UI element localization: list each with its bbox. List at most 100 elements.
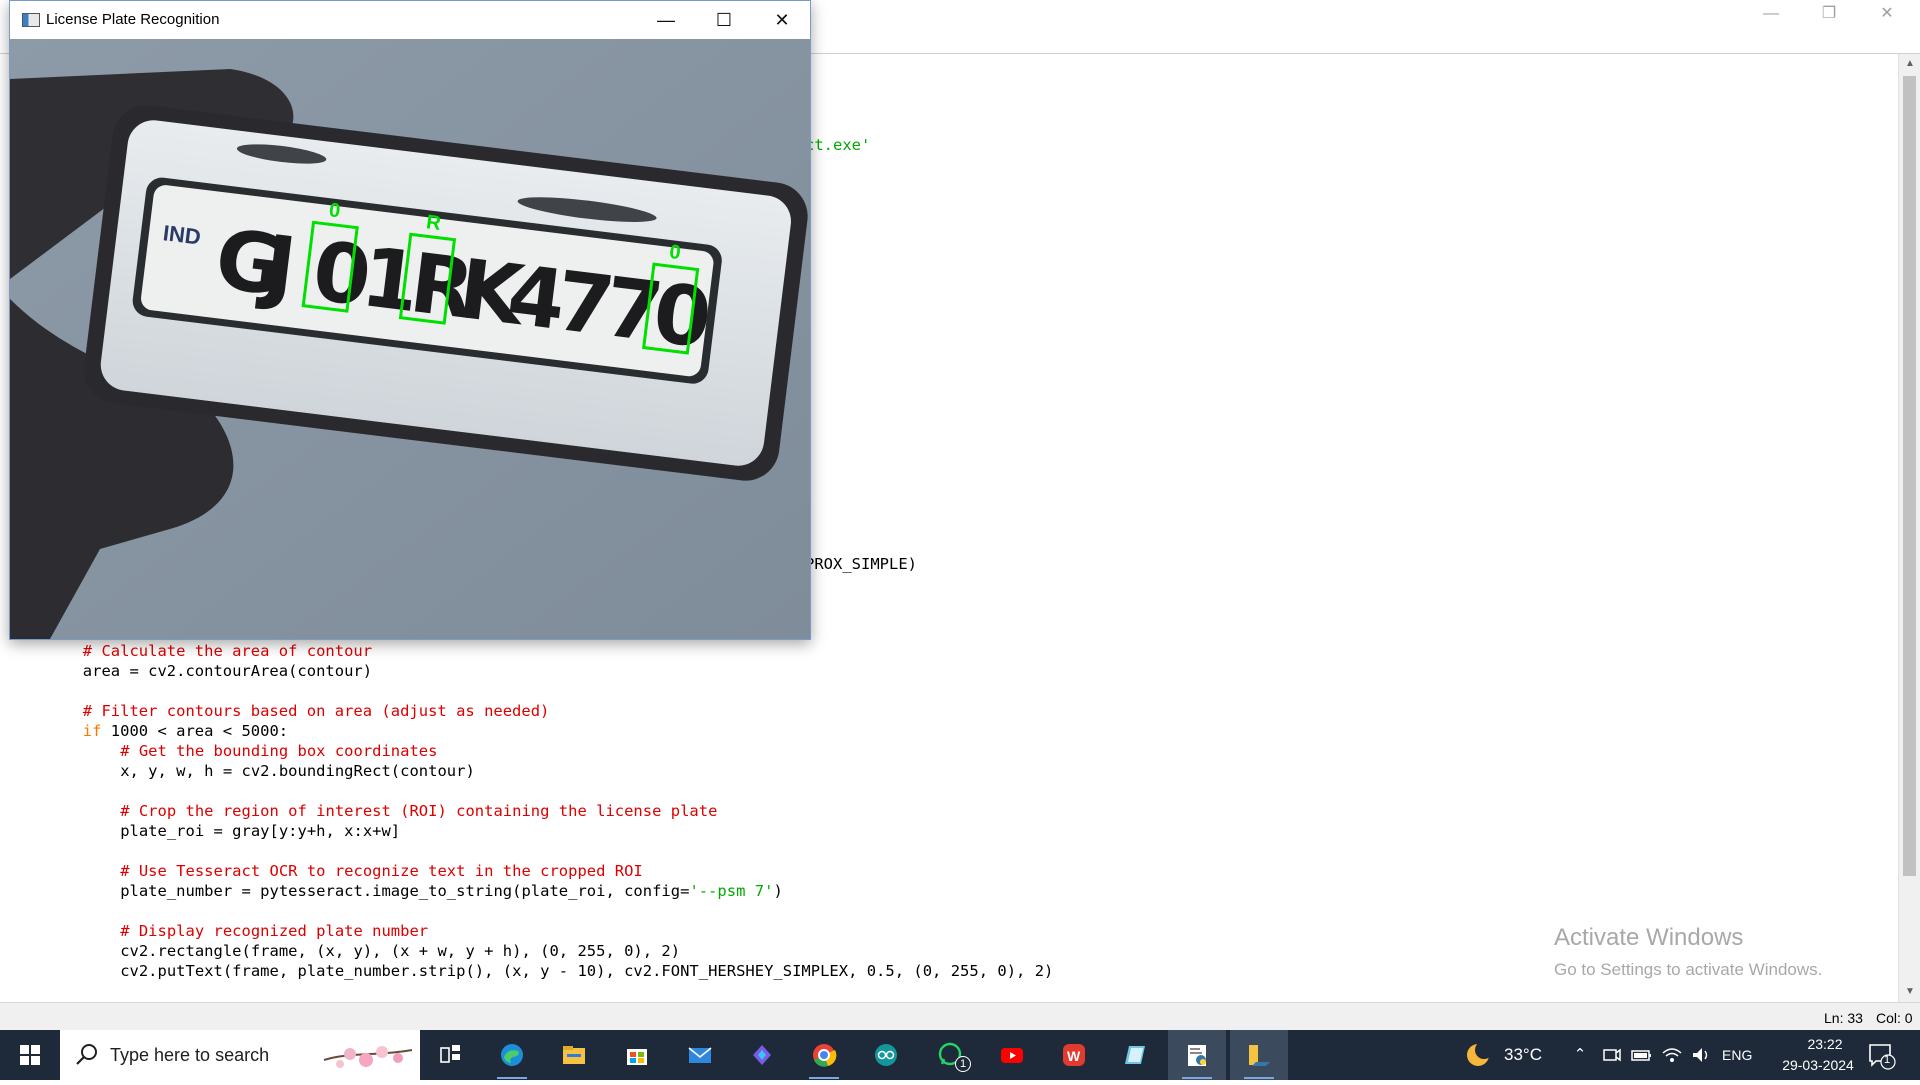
edge-icon — [501, 1044, 523, 1066]
scrollbar-thumb[interactable] — [1903, 76, 1916, 876]
clock-time[interactable]: 23:22 — [1790, 1036, 1860, 1052]
code-token: '--psm 7' — [689, 882, 774, 900]
taskbar-edge-button[interactable] — [483, 1030, 541, 1080]
code-line: plate_number = pytesseract.image_to_stri… — [120, 881, 783, 901]
chrome-icon — [813, 1044, 837, 1067]
copilot-icon — [753, 1045, 771, 1065]
show-hidden-icons-chevron-icon[interactable]: ⌃ — [1568, 1042, 1592, 1068]
file-explorer-icon — [563, 1046, 585, 1064]
camera-frame-image: IND GJ 01RK4770 0R0 — [10, 39, 810, 639]
license-plate-recognition-window: License Plate Recognition — ☐ ✕ IND G J … — [9, 0, 811, 640]
code-line: # Filter contours based on area (adjust … — [83, 701, 550, 721]
code-token: x, y, w, h = cv2.boundingRect(contour) — [120, 762, 475, 780]
taskbar-chrome-button[interactable] — [795, 1030, 853, 1080]
code-line: # Get the bounding box coordinates — [120, 741, 437, 761]
lpr-window-title: License Plate Recognition — [46, 11, 220, 28]
lpr-close-button[interactable]: ✕ — [753, 1, 811, 39]
scroll-up-arrow-icon[interactable]: ▲ — [1899, 54, 1920, 74]
editor-restore-button[interactable]: ❐ — [1800, 0, 1858, 30]
windows-logo-icon — [20, 1045, 40, 1065]
code-token: plate_roi = gray[y:y+h, x:x+w] — [120, 822, 401, 840]
taskbar-mail-button[interactable] — [671, 1030, 729, 1080]
taskbar-whatsapp-button[interactable]: 1 — [921, 1030, 979, 1080]
python-window-icon — [1249, 1045, 1270, 1066]
code-token: ) — [773, 882, 783, 900]
input-language-indicator[interactable]: ENG — [1722, 1047, 1752, 1063]
editor-close-button[interactable]: ✕ — [1858, 0, 1916, 30]
lpr-minimize-button[interactable]: — — [637, 1, 695, 39]
code-line: # Calculate the area of contour — [83, 641, 372, 661]
battery-icon[interactable] — [1630, 1042, 1654, 1068]
lpr-titlebar[interactable]: License Plate Recognition — ☐ ✕ — [10, 1, 810, 39]
code-line: cv2.putText(frame, plate_number.strip(),… — [120, 961, 1053, 981]
code-token: plate_number = pytesseract.image_to_stri… — [120, 882, 690, 900]
task-view-icon — [440, 1045, 460, 1063]
app-badge: 1 — [955, 1056, 971, 1072]
plate-country-code: IND — [162, 220, 203, 249]
code-token: # Crop the region of interest (ROI) cont… — [120, 802, 718, 820]
taskbar: Type here to search 1W 33°C ⌃ ENG 23:22 … — [0, 1030, 1920, 1080]
code-line: # Crop the region of interest (ROI) cont… — [120, 801, 717, 821]
clock-date[interactable]: 29-03-2024 — [1768, 1057, 1868, 1073]
status-line-number: Ln: 33 — [1824, 1010, 1863, 1026]
code-token: 1000 < area < 5000: — [101, 722, 289, 740]
svg-text:W: W — [1067, 1048, 1081, 1064]
start-button[interactable] — [0, 1030, 60, 1080]
taskbar-copilot-button[interactable] — [733, 1030, 791, 1080]
notification-icon — [1869, 1044, 1896, 1070]
search-placeholder: Type here to search — [110, 1045, 270, 1065]
app-window-icon — [22, 13, 40, 27]
scroll-down-arrow-icon[interactable]: ▼ — [1899, 982, 1920, 1002]
taskbar-wps-office-button[interactable]: W — [1045, 1030, 1103, 1080]
status-column-number: Col: 0 — [1876, 1010, 1913, 1026]
arduino-icon — [875, 1044, 897, 1066]
code-token: if — [82, 722, 102, 740]
notification-center-button[interactable]: 1 — [1866, 1040, 1896, 1070]
weather-temperature[interactable]: 33°C — [1504, 1045, 1542, 1065]
search-icon — [76, 1044, 97, 1065]
activate-windows-title: Activate Windows — [1554, 924, 1744, 951]
taskbar-python-window-button[interactable] — [1230, 1030, 1288, 1080]
notification-count: 1 — [1884, 1054, 1891, 1066]
code-token: cv2.rectangle(frame, (x, y), (x + w, y +… — [120, 942, 681, 960]
code-line: plate_roi = gray[y:y+h, x:x+w] — [120, 821, 400, 841]
code-token: # Filter contours based on area (adjust … — [82, 702, 550, 720]
code-line: if 1000 < area < 5000: — [83, 721, 288, 741]
code-fragment-find-contours: PROX_SIMPLE) — [805, 555, 917, 573]
notepad-icon — [1125, 1046, 1145, 1064]
weather-moon-icon[interactable] — [1464, 1041, 1494, 1069]
code-token: # Calculate the area of contour — [82, 642, 373, 660]
wifi-icon[interactable] — [1660, 1042, 1684, 1068]
activate-windows-subtitle: Go to Settings to activate Windows. — [1554, 960, 1823, 979]
code-token: cv2.putText(frame, plate_number.strip(),… — [120, 962, 1054, 980]
code-token: # Use Tesseract OCR to recognize text in… — [120, 862, 643, 880]
wps-office-icon: W — [1063, 1044, 1085, 1066]
code-line: # Display recognized plate number — [120, 921, 428, 941]
mail-icon — [688, 1047, 712, 1063]
code-token: # Get the bounding box coordinates — [120, 742, 438, 760]
taskbar-microsoft-store-button[interactable] — [608, 1030, 666, 1080]
youtube-icon — [1001, 1048, 1023, 1063]
microsoft-store-icon — [627, 1049, 647, 1065]
camera-frame: IND G J 0 1 R K 4 7 7 0 0R0 — [10, 39, 810, 639]
code-line: # Use Tesseract OCR to recognize text in… — [120, 861, 643, 881]
taskbar-arduino-button[interactable] — [857, 1030, 915, 1080]
taskbar-search-box[interactable]: Type here to search — [60, 1030, 420, 1080]
meet-now-icon[interactable] — [1600, 1042, 1624, 1068]
search-highlight-blossom-icon — [323, 1046, 413, 1068]
editor-minimize-button[interactable]: — — [1742, 0, 1800, 30]
code-line: x, y, w, h = cv2.boundingRect(contour) — [120, 761, 475, 781]
editor-vertical-scrollbar[interactable]: ▲ ▼ — [1898, 54, 1920, 1002]
taskbar-youtube-button[interactable] — [983, 1030, 1041, 1080]
code-token: # Display recognized plate number — [120, 922, 429, 940]
lpr-maximize-button[interactable]: ☐ — [695, 1, 753, 39]
taskbar-notepad-button[interactable] — [1107, 1030, 1165, 1080]
taskbar-task-view-button[interactable] — [421, 1030, 479, 1080]
python-idle-icon — [1188, 1045, 1206, 1066]
taskbar-file-explorer-button[interactable] — [545, 1030, 603, 1080]
code-line: area = cv2.contourArea(contour) — [83, 661, 372, 681]
editor-status-bar: Ln: 33 Col: 0 — [0, 1002, 1920, 1030]
taskbar-python-idle-button[interactable] — [1168, 1030, 1226, 1080]
code-fragment-tesseract-path: ct.exe' — [805, 136, 871, 154]
volume-icon[interactable] — [1690, 1042, 1714, 1068]
